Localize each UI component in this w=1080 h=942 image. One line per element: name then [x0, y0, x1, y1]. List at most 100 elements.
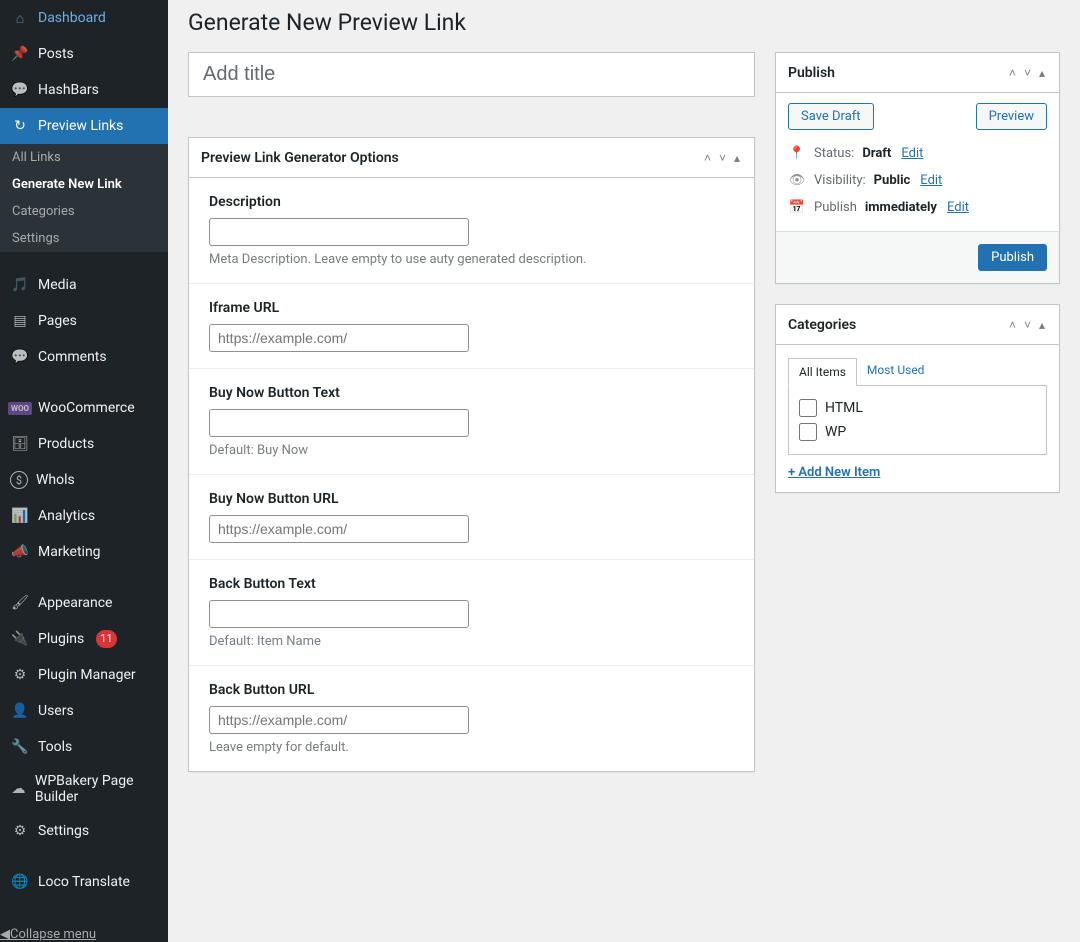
sidebar-item-pluginmgr[interactable]: ⚙Plugin Manager — [0, 657, 168, 693]
add-new-category-link[interactable]: + Add New Item — [788, 465, 880, 480]
loco-icon: 🌐 — [10, 872, 30, 892]
sidebar-label-settings2: Settings — [38, 823, 89, 839]
sidebar-label-plugins: Plugins — [38, 631, 84, 647]
category-item-0[interactable]: HTML — [799, 396, 1036, 420]
subitem-gennew[interactable]: Generate New Link — [0, 171, 168, 198]
metabox-title: Preview Link Generator Options — [201, 150, 702, 166]
sidebar-item-comments[interactable]: 💬 Comments — [0, 339, 168, 375]
tab-all-items[interactable]: All Items — [788, 358, 857, 386]
sidebar-label-appearance: Appearance — [38, 595, 112, 611]
sidebar-label-loco: Loco Translate — [38, 874, 130, 890]
sidebar-label-products: Products — [38, 436, 94, 452]
schedule-edit-link[interactable]: Edit — [947, 200, 969, 215]
field-hint-5: Leave empty for default. — [209, 740, 734, 755]
publish-button[interactable]: Publish — [978, 244, 1047, 271]
sidebar-label-marketing: Marketing — [38, 544, 101, 560]
field-hint-2: Default: Buy Now — [209, 443, 734, 458]
media-icon: 🎵 — [10, 275, 30, 295]
field-input-1[interactable] — [209, 324, 469, 352]
sidebar-label-hashbars: HashBars — [38, 82, 99, 98]
eye-icon: 👁 — [788, 173, 806, 188]
sidebar-item-analytics[interactable]: 📊Analytics — [0, 498, 168, 534]
category-label-1: WP — [825, 424, 846, 440]
sidebar-item-users[interactable]: 👤 Users — [0, 693, 168, 729]
sidebar-item-loco[interactable]: 🌐 Loco Translate — [0, 864, 168, 900]
schedule-value: immediately — [865, 200, 937, 215]
collapse-label: Collapse menu — [10, 927, 96, 942]
sidebar-item-marketing[interactable]: 📣Marketing — [0, 534, 168, 570]
sidebar-label-woo: WooCommerce — [38, 400, 135, 416]
sidebar-item-previewlinks[interactable]: ↻Preview Links — [0, 108, 168, 144]
field-input-0[interactable] — [209, 218, 469, 246]
calendar-icon: 📅 — [788, 200, 806, 215]
metabox-up-icon[interactable]: ˄ — [702, 149, 713, 167]
sidebar-item-products[interactable]: 🗄 Products — [0, 426, 168, 462]
metabox-toggle-icon[interactable]: ▴ — [732, 149, 742, 167]
field-label-3: Buy Now Button URL — [209, 491, 734, 507]
publish-up-icon[interactable]: ˄ — [1007, 64, 1018, 82]
category-checkbox-1[interactable] — [799, 423, 817, 441]
sidebar-item-whols[interactable]: $Whols — [0, 462, 168, 498]
dollar-icon: $ — [10, 471, 28, 489]
field-label-1: Iframe URL — [209, 300, 734, 316]
category-item-1[interactable]: WP — [799, 420, 1036, 444]
sidebar-item-woo[interactable]: WOO WooCommerce — [0, 390, 168, 426]
publish-box-title: Publish — [788, 65, 1007, 81]
sidebar-label-tools: Tools — [38, 739, 72, 755]
publish-down-icon[interactable]: ˅ — [1022, 64, 1033, 82]
hashbars-icon: 💬 — [10, 80, 30, 100]
sidebar-item-posts[interactable]: 📌 Posts — [0, 36, 168, 72]
sidebar-item-pages[interactable]: ▤Pages — [0, 303, 168, 339]
subitem-settings[interactable]: Settings — [0, 225, 168, 252]
status-edit-link[interactable]: Edit — [901, 146, 923, 161]
settings2-icon: ⚙ — [10, 821, 30, 841]
comments-icon: 💬 — [10, 347, 30, 367]
sidebar-item-plugins[interactable]: 🔌 Plugins 11 — [0, 621, 168, 657]
tab-most-used[interactable]: Most Used — [857, 357, 935, 385]
field-input-5[interactable] — [209, 706, 469, 734]
field-hint-0: Meta Description. Leave empty to use aut… — [209, 252, 734, 267]
sidebar-label-analytics: Analytics — [38, 508, 95, 524]
categories-box-title: Categories — [788, 317, 1007, 333]
field-hint-4: Default: Item Name — [209, 634, 734, 649]
publish-toggle-icon[interactable]: ▴ — [1037, 64, 1047, 82]
field-label-4: Back Button Text — [209, 576, 734, 592]
category-checkbox-0[interactable] — [799, 399, 817, 417]
products-icon: 🗄 — [10, 434, 30, 454]
sidebar-item-appearance[interactable]: 🖌 Appearance — [0, 585, 168, 621]
woo-icon: WOO — [8, 402, 32, 415]
field-label-5: Back Button URL — [209, 682, 734, 698]
subitem-alllinks[interactable]: All Links — [0, 144, 168, 171]
field-input-3[interactable] — [209, 515, 469, 543]
pages-icon: ▤ — [10, 311, 30, 331]
categories-toggle-icon[interactable]: ▴ — [1037, 316, 1047, 334]
sidebar-item-tools[interactable]: 🔧 Tools — [0, 729, 168, 765]
appearance-icon: 🖌 — [10, 593, 30, 613]
visibility-value: Public — [874, 173, 911, 188]
sidebar-label-users: Users — [38, 703, 74, 719]
sidebar-item-wpbakery[interactable]: ☁WPBakery Page Builder — [0, 765, 168, 813]
sidebar-item-media[interactable]: 🎵 Media — [0, 267, 168, 303]
sidebar-label-media: Media — [38, 277, 77, 293]
subitem-cats[interactable]: Categories — [0, 198, 168, 225]
visibility-edit-link[interactable]: Edit — [920, 173, 942, 188]
categories-up-icon[interactable]: ˄ — [1007, 316, 1018, 334]
preview-button[interactable]: Preview — [976, 103, 1047, 130]
tools-icon: 🔧 — [10, 737, 30, 757]
post-title-input[interactable] — [188, 52, 755, 97]
field-input-2[interactable] — [209, 409, 469, 437]
sidebar-item-dashboard[interactable]: ⌂Dashboard — [0, 0, 168, 36]
plugins-icon: 🔌 — [10, 629, 30, 649]
sidebar-item-hashbars[interactable]: 💬 HashBars — [0, 72, 168, 108]
metabox-down-icon[interactable]: ˅ — [717, 149, 728, 167]
sidebar-label-comments: Comments — [38, 349, 107, 365]
sidebar-item-settings2[interactable]: ⚙ Settings — [0, 813, 168, 849]
posts-icon: 📌 — [10, 44, 30, 64]
collapse-menu[interactable]: ◀Collapse menu — [0, 927, 96, 942]
sidebar-label-posts: Posts — [38, 46, 74, 62]
save-draft-button[interactable]: Save Draft — [788, 103, 874, 130]
field-input-4[interactable] — [209, 600, 469, 628]
users-icon: 👤 — [10, 701, 30, 721]
plugins-badge: 11 — [96, 630, 116, 648]
categories-down-icon[interactable]: ˅ — [1022, 316, 1033, 334]
